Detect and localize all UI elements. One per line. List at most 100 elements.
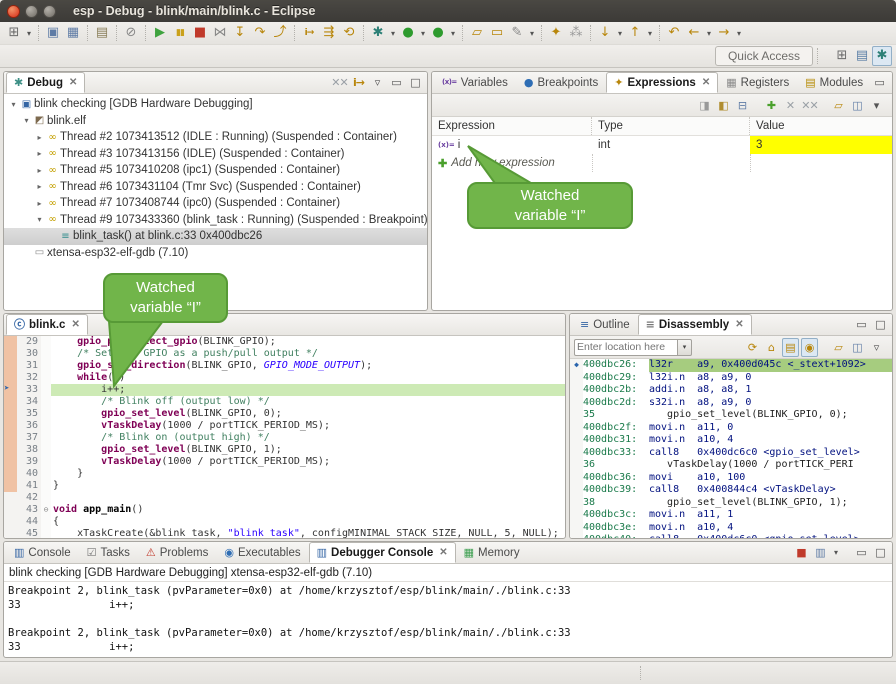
expression-row[interactable]: (x)=iint3: [432, 136, 892, 154]
fold-collapse-icon[interactable]: ⊖: [41, 504, 51, 516]
tree-expander-icon[interactable]: ▾: [8, 100, 19, 109]
editor-gutter[interactable]: [4, 528, 17, 539]
column-type[interactable]: Type: [592, 117, 750, 135]
quick-access-button[interactable]: Quick Access: [715, 46, 813, 66]
cpp-perspective-icon[interactable]: ▤: [852, 46, 872, 66]
home-icon[interactable]: ⌂: [763, 339, 780, 356]
close-tab-icon[interactable]: ✕: [69, 77, 77, 88]
minimize-icon[interactable]: ▭: [853, 544, 870, 561]
column-value[interactable]: Value: [750, 117, 892, 135]
maximize-icon[interactable]: □: [407, 74, 424, 91]
display-console-menu-icon[interactable]: ▾: [831, 548, 841, 557]
debug-tree-row[interactable]: ▾▣blink checking [GDB Hardware Debugging…: [4, 96, 427, 113]
search-icon[interactable]: ✦: [546, 23, 566, 43]
run-launch-icon[interactable]: ●: [398, 23, 418, 43]
display-console-icon[interactable]: ▥: [812, 544, 829, 561]
tab-breakpoints[interactable]: ●Breakpoints: [516, 72, 606, 93]
tab-memory[interactable]: ▦Memory: [456, 542, 528, 563]
terminate-console-icon[interactable]: ■: [793, 544, 810, 561]
disconnect-icon[interactable]: ⋈: [210, 23, 230, 43]
collapse-all-icon[interactable]: ⊟: [734, 97, 751, 114]
tree-expander-icon[interactable]: ▸: [34, 166, 45, 175]
editor-gutter[interactable]: [4, 396, 17, 408]
debug-tree-row[interactable]: ▸∞Thread #3 1073413156 (IDLE) (Suspended…: [4, 146, 427, 163]
suspend-icon[interactable]: ▮▮: [170, 23, 190, 43]
debug-tree-row[interactable]: ▭xtensa-esp32-elf-gdb (7.10): [4, 245, 427, 262]
disassembly-listing[interactable]: ◆400dbc26:l32r a9, 0x400d045c <_stext+10…: [570, 359, 892, 539]
show-full-paths-icon[interactable]: ⇶: [319, 23, 339, 43]
tab-tasks[interactable]: ☑Tasks: [79, 542, 138, 563]
tab-variables[interactable]: (x)=Variables: [434, 72, 516, 93]
back-menu-icon[interactable]: ▾: [704, 29, 714, 38]
debug-tree-row[interactable]: ▸∞Thread #6 1073431104 (Tmr Svc) (Suspen…: [4, 179, 427, 196]
tab-expressions[interactable]: ✦Expressions✕: [606, 72, 718, 93]
instruction-stepping-icon[interactable]: i→: [299, 23, 319, 43]
debug-tree-row[interactable]: ▸∞Thread #2 1073413512 (IDLE : Running) …: [4, 129, 427, 146]
add-expression-row[interactable]: ✚ Add new expression: [432, 154, 892, 172]
resume-icon[interactable]: ▶: [150, 23, 170, 43]
show-source-toggle-icon[interactable]: ▤: [782, 338, 799, 357]
save-icon[interactable]: ▣: [43, 23, 63, 43]
debug-perspective-icon[interactable]: ✱: [872, 46, 892, 66]
pin-view-icon[interactable]: ◫: [849, 97, 866, 114]
console-output[interactable]: Breakpoint 2, blink_task (pvParameter=0x…: [4, 582, 892, 654]
location-dropdown-icon[interactable]: ▾: [678, 339, 692, 356]
tab-debug[interactable]: ✱Debug✕: [6, 72, 85, 93]
external-tools-menu-icon[interactable]: ▾: [448, 29, 458, 38]
tree-expander-icon[interactable]: ▸: [34, 182, 45, 191]
annotate-icon[interactable]: ✎: [507, 23, 527, 43]
editor-gutter[interactable]: [4, 360, 17, 372]
editor-gutter[interactable]: [4, 336, 17, 348]
tab-debugger-console[interactable]: ▥Debugger Console✕: [309, 542, 456, 563]
view-menu-icon[interactable]: ▾: [868, 97, 885, 114]
tab-blink-c[interactable]: ⓒblink.c✕: [6, 314, 88, 335]
tree-expander-icon[interactable]: ▸: [34, 149, 45, 158]
tree-expander-icon[interactable]: ▾: [21, 116, 32, 125]
code-editor[interactable]: 29 gpio_pad_select_gpio(BLINK_GPIO);30 /…: [4, 336, 565, 539]
next-annotation-menu-icon[interactable]: ▾: [615, 29, 625, 38]
maximize-icon[interactable]: □: [872, 316, 889, 333]
open-resource-icon[interactable]: ▭: [487, 23, 507, 43]
sync-pc-toggle-icon[interactable]: ◉: [801, 338, 818, 357]
tab-outline[interactable]: ≡Outline: [572, 314, 638, 335]
new-view-icon[interactable]: ▱: [830, 339, 847, 356]
step-over-icon[interactable]: ↷: [250, 23, 270, 43]
previous-annotation-menu-icon[interactable]: ▾: [645, 29, 655, 38]
tab-executables[interactable]: ◉Executables: [216, 542, 308, 563]
new-menu-icon[interactable]: ▾: [24, 29, 34, 38]
editor-gutter[interactable]: [4, 480, 17, 492]
reverse-debug-icon[interactable]: ⟲: [339, 23, 359, 43]
open-perspective-icon[interactable]: ⊞: [832, 46, 852, 66]
editor-gutter[interactable]: [4, 456, 17, 468]
mark-occurrences-icon[interactable]: ⁂: [566, 23, 586, 43]
window-close-icon[interactable]: [7, 5, 20, 18]
forward-icon[interactable]: →: [714, 23, 734, 43]
tab-modules[interactable]: ▤Modules: [797, 72, 871, 93]
debug-launch-menu-icon[interactable]: ▾: [388, 29, 398, 38]
remove-expression-icon[interactable]: ✕: [782, 97, 799, 114]
new-wizard-icon[interactable]: ⊞: [4, 23, 24, 43]
pin-view-icon[interactable]: ◫: [849, 339, 866, 356]
debug-tree-row[interactable]: ▾◩blink.elf: [4, 113, 427, 130]
last-edit-location-icon[interactable]: ↶: [664, 23, 684, 43]
step-into-icon[interactable]: ↧: [230, 23, 250, 43]
tree-expander-icon[interactable]: ▾: [34, 215, 45, 224]
tab-disassembly[interactable]: ≡Disassembly✕: [638, 314, 752, 335]
tab-console[interactable]: ▥Console: [6, 542, 79, 563]
editor-gutter[interactable]: [4, 492, 17, 504]
open-element-icon[interactable]: ▱: [467, 23, 487, 43]
window-maximize-icon[interactable]: [43, 5, 56, 18]
terminate-icon[interactable]: ■: [190, 23, 210, 43]
editor-gutter[interactable]: [4, 432, 17, 444]
minimize-icon[interactable]: ▭: [388, 74, 405, 91]
build-all-icon[interactable]: ▤: [92, 23, 112, 43]
debug-tree-row[interactable]: ≡blink_task() at blink.c:33 0x400dbc26: [4, 228, 427, 245]
view-menu-icon[interactable]: ▿: [868, 339, 885, 356]
close-tab-icon[interactable]: ✕: [735, 319, 743, 330]
debug-tree-row[interactable]: ▸∞Thread #7 1073408744 (ipc0) (Suspended…: [4, 195, 427, 212]
debug-launch-icon[interactable]: ✱: [368, 23, 388, 43]
step-return-icon[interactable]: ⤴: [270, 23, 290, 43]
view-menu-icon[interactable]: ▿: [369, 74, 386, 91]
maximize-icon[interactable]: □: [872, 544, 889, 561]
external-tools-icon[interactable]: ●: [428, 23, 448, 43]
